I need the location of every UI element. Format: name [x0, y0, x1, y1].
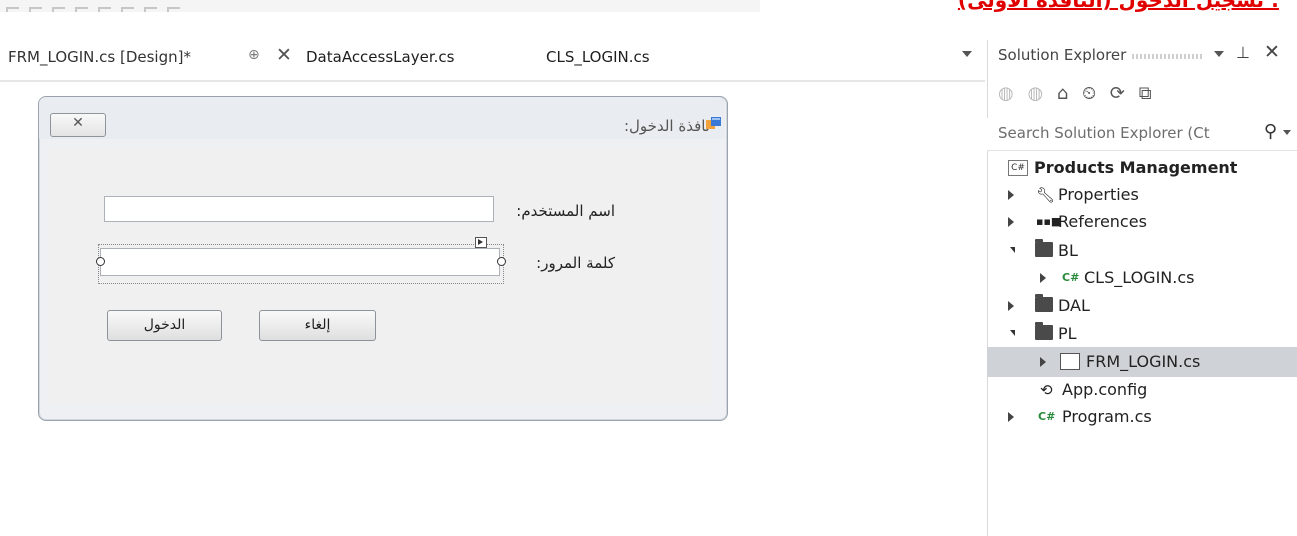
pending-changes-icon[interactable]: ⏲ — [1082, 83, 1096, 104]
sync-icon[interactable]: ⟳ — [1110, 83, 1125, 104]
login-button[interactable]: الدخول — [107, 310, 222, 341]
expand-arrow-icon[interactable] — [1008, 190, 1014, 200]
header-banner: تسجيل الدخول (النافذة الأولى) : — [760, 0, 1297, 12]
form-close-button[interactable]: ✕ — [50, 113, 106, 137]
pin-icon[interactable]: ⊕ — [248, 47, 260, 63]
csharp-file-icon: C# — [1062, 271, 1080, 284]
resize-handle-left[interactable] — [96, 257, 105, 266]
smart-tag-icon[interactable] — [475, 237, 487, 248]
folder-icon — [1035, 322, 1053, 340]
forward-icon[interactable]: ◍ — [1027, 83, 1043, 104]
tab-dataaccesslayer[interactable]: DataAccessLayer.cs — [306, 48, 454, 66]
pin-panel-icon[interactable]: ⊥ — [1236, 43, 1250, 62]
expand-arrow-icon[interactable] — [1040, 273, 1046, 283]
form-window-icon — [706, 117, 721, 129]
config-file-icon: ⟲ — [1040, 381, 1053, 399]
panel-menu-icon[interactable] — [1214, 51, 1224, 57]
cancel-button[interactable]: إلغاء — [259, 310, 376, 341]
document-tab-strip: FRM_LOGIN.cs [Design]* ⊕ ✕ DataAccessLay… — [0, 40, 985, 82]
collapse-arrow-icon[interactable] — [1010, 247, 1015, 253]
expand-arrow-icon[interactable] — [1008, 217, 1014, 227]
tab-list-dropdown-icon[interactable] — [962, 51, 972, 57]
csharp-project-icon: C# — [1008, 160, 1028, 176]
home-icon[interactable]: ⌂ — [1057, 83, 1068, 104]
search-placeholder: Search Solution Explorer (Ct — [998, 124, 1210, 142]
expand-arrow-icon[interactable] — [1040, 357, 1046, 367]
username-input[interactable] — [104, 196, 494, 222]
close-panel-icon[interactable]: ✕ — [1264, 41, 1280, 63]
solution-explorer-title: Solution Explorer — [998, 46, 1127, 64]
close-icon: ✕ — [72, 115, 84, 131]
folder-icon — [1035, 294, 1053, 312]
expand-arrow-icon[interactable] — [1008, 301, 1014, 311]
search-options-dropdown-icon[interactable] — [1283, 130, 1291, 135]
back-icon[interactable]: ◍ — [998, 83, 1014, 104]
expand-arrow-icon[interactable] — [1008, 412, 1014, 422]
password-input[interactable] — [100, 248, 500, 276]
password-label: كلمة المرور: — [536, 254, 615, 272]
username-label: اسم المستخدم: — [516, 202, 615, 220]
form-title: نافذة الدخول: — [623, 117, 710, 135]
solution-search-box[interactable]: Search Solution Explorer (Ct ⚲ — [987, 118, 1297, 151]
solution-explorer-toolbar: ◍ ◍ ⌂ ⏲ ⟳ ⧉ — [998, 83, 1160, 104]
collapse-arrow-icon[interactable] — [1010, 330, 1015, 336]
csharp-file-icon: C# — [1038, 410, 1056, 423]
collapse-all-icon[interactable]: ⧉ — [1139, 83, 1152, 104]
close-tab-icon[interactable]: ✕ — [276, 44, 292, 66]
wrench-icon: 🔧︎ — [1036, 186, 1056, 204]
tab-frm-login-design[interactable]: FRM_LOGIN.cs [Design]* — [8, 48, 191, 66]
form-file-icon — [1060, 353, 1080, 370]
folder-icon — [1035, 239, 1053, 257]
search-icon[interactable]: ⚲ — [1264, 121, 1277, 142]
header-banner-text: تسجيل الدخول (النافذة الأولى) : — [957, 0, 1279, 12]
tab-cls-login[interactable]: CLS_LOGIN.cs — [546, 48, 650, 66]
panel-grip[interactable] — [1132, 54, 1202, 59]
resize-handle-right[interactable] — [497, 257, 506, 266]
